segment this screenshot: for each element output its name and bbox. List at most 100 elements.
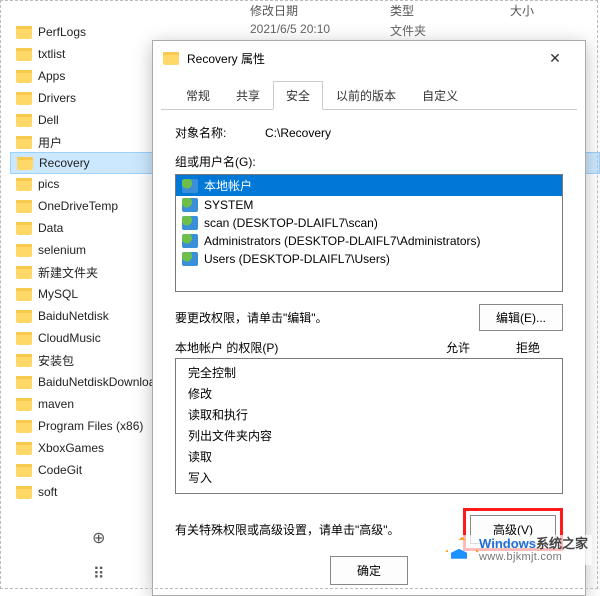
users-icon [182,234,198,248]
ok-button[interactable]: 确定 [330,556,408,585]
folder-icon [16,376,32,389]
permission-item[interactable]: 读取 [176,446,562,467]
group-item-label: Administrators (DESKTOP-DLAIFL7\Administ… [204,234,481,248]
folder-icon [16,114,32,127]
permissions-listbox[interactable]: 完全控制修改读取和执行列出文件夹内容读取写入 [175,358,563,494]
permissions-header-name: 本地帐户 的权限(P) [175,339,423,356]
tab-安全[interactable]: 安全 [273,81,323,110]
object-name-label: 对象名称: [175,124,265,141]
groups-listbox[interactable]: 本地帐户 SYSTEM scan (DESKTOP-DLAIFL7\scan) Adm… [175,174,563,292]
permission-item[interactable]: 读取和执行 [176,404,562,425]
tab-常规[interactable]: 常规 [173,81,223,110]
group-item[interactable]: 本地帐户 [176,175,562,196]
folder-label: Program Files (x86) [38,419,143,433]
folder-label: Data [38,221,63,235]
folder-icon [16,92,32,105]
tab-以前的版本[interactable]: 以前的版本 [323,81,409,110]
watermark-brand-prefix: Windows [479,536,536,551]
dialog-title: Recovery 属性 [187,50,265,67]
folder-icon [17,157,33,170]
folder-label: maven [38,397,74,411]
users-icon [182,179,198,193]
folder-icon [16,288,32,301]
watermark-url: www.bjkmjt.com [479,551,588,563]
tab-共享[interactable]: 共享 [223,81,273,110]
folder-icon [16,70,32,83]
folder-label: soft [38,485,57,499]
tab-自定义[interactable]: 自定义 [409,81,471,110]
folder-icon [16,464,32,477]
security-panel: 对象名称: C:\Recovery 组或用户名(G): 本地帐户 SYSTEM sc… [153,110,585,559]
permission-item[interactable]: 列出文件夹内容 [176,425,562,446]
folder-label: Dell [38,113,59,127]
permission-item[interactable]: 完全控制 [176,362,562,383]
folder-label: Apps [38,69,65,83]
group-item[interactable]: scan (DESKTOP-DLAIFL7\scan) [176,214,562,232]
folder-label: 安装包 [38,352,74,369]
folder-label: selenium [38,243,86,257]
watermark: Windows系统之家 www.bjkmjt.com [439,535,592,565]
dialog-titlebar[interactable]: Recovery 属性 ✕ [153,41,585,75]
folder-label: 新建文件夹 [38,264,98,281]
folder-label: MySQL [38,287,78,301]
folder-icon [16,200,32,213]
folder-label: Recovery [39,156,90,170]
group-item[interactable]: Administrators (DESKTOP-DLAIFL7\Administ… [176,232,562,250]
file-row-meta: 2021/6/5 20:10 文件夹 [250,22,426,39]
permissions-header-deny: 拒绝 [493,339,563,356]
folder-label: Drivers [38,91,76,105]
group-item-label: 本地帐户 [204,177,252,194]
group-item-label: scan (DESKTOP-DLAIFL7\scan) [204,216,378,230]
col-type-header[interactable]: 类型 [390,2,510,19]
folder-icon [16,48,32,61]
folder-icon [16,26,32,39]
folder-label: BaiduNetdisk [38,309,109,323]
target-icon[interactable]: ⊕ [92,528,105,548]
folder-icon [16,420,32,433]
folder-label: 用户 [38,134,62,151]
folder-label: XboxGames [38,441,104,455]
edit-hint-text: 要更改权限，请单击"编辑"。 [175,309,479,326]
folder-label: BaiduNetdiskDownload [38,375,162,389]
folder-icon [16,398,32,411]
explorer-side-tools: ⊕ ⠿ [92,528,105,584]
permissions-header-allow: 允许 [423,339,493,356]
permission-item[interactable]: 写入 [176,467,562,488]
advanced-hint-text: 有关特殊权限或高级设置，请单击"高级"。 [175,521,457,538]
folder-icon [16,354,32,367]
folder-label: txtlist [38,47,65,61]
folder-label: CodeGit [38,463,82,477]
folder-icon [16,486,32,499]
dialog-tabs: 常规共享安全以前的版本自定义 [161,81,577,110]
users-icon [182,252,198,266]
permission-item[interactable]: 修改 [176,383,562,404]
folder-icon [16,136,32,149]
folder-icon [16,178,32,191]
explorer-column-header: 修改日期 类型 大小 [0,0,600,21]
folder-icon [16,266,32,279]
folder-label: pics [38,177,59,191]
folder-label: OneDriveTemp [38,199,118,213]
col-size-header[interactable]: 大小 [510,2,570,19]
folder-label: PerfLogs [38,25,86,39]
object-name-value: C:\Recovery [265,126,331,140]
properties-dialog: Recovery 属性 ✕ 常规共享安全以前的版本自定义 对象名称: C:\Re… [152,40,586,596]
folder-label: CloudMusic [38,331,101,345]
group-item-label: Users (DESKTOP-DLAIFL7\Users) [204,252,390,266]
folder-icon [16,222,32,235]
watermark-logo-icon [443,537,473,563]
folder-icon [16,244,32,257]
folder-icon [16,442,32,455]
group-item[interactable]: SYSTEM [176,196,562,214]
edit-button[interactable]: 编辑(E)... [479,304,563,331]
watermark-brand-suffix: 系统之家 [536,536,588,551]
handles-icon[interactable]: ⠿ [92,564,105,584]
users-icon [182,216,198,230]
group-item-label: SYSTEM [204,198,253,212]
groups-label: 组或用户名(G): [175,153,563,170]
close-button[interactable]: ✕ [535,46,575,70]
folder-icon [163,52,179,65]
group-item[interactable]: Users (DESKTOP-DLAIFL7\Users) [176,250,562,268]
users-icon [182,198,198,212]
col-date-header[interactable]: 修改日期 [250,2,390,19]
